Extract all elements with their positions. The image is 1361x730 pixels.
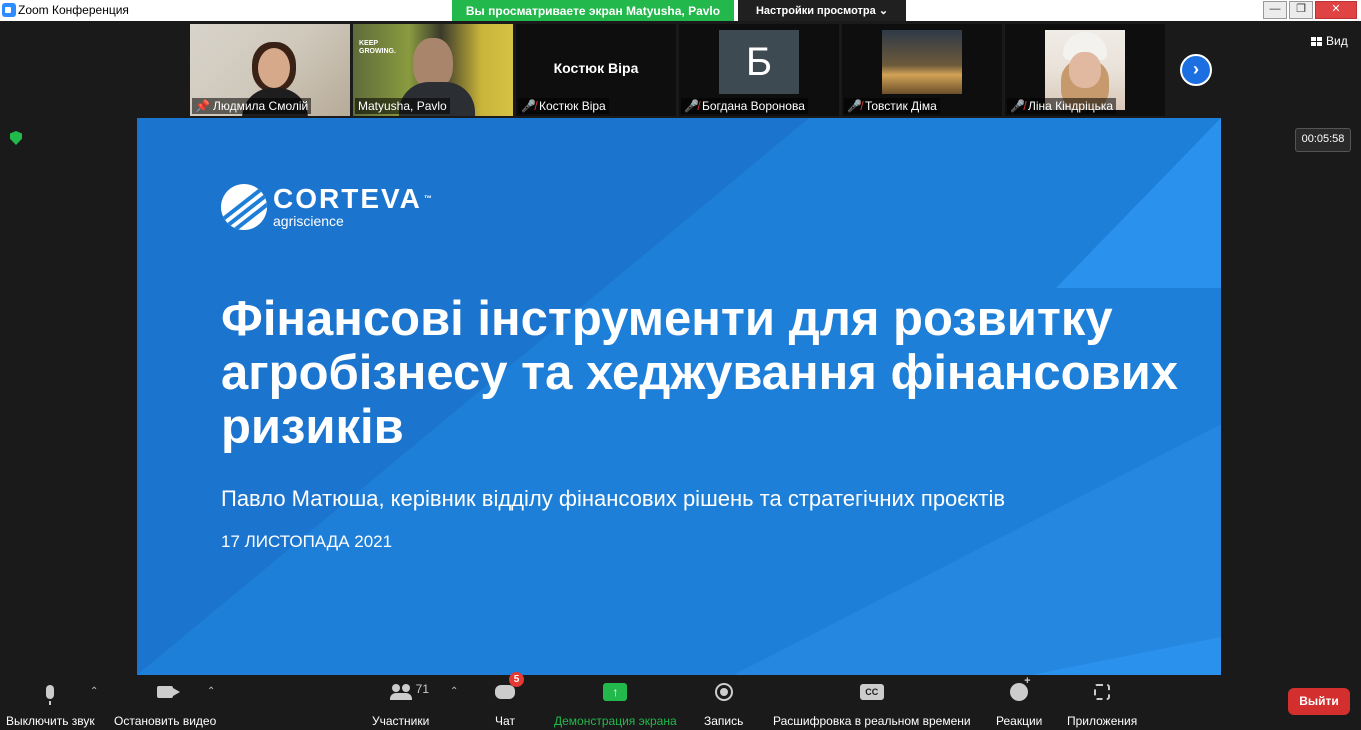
title-bar: Zoom Конференция Вы просматриваете экран… <box>0 0 1361 21</box>
participant-tile[interactable]: 🎤̸ Товстик Діма <box>842 24 1002 116</box>
pin-icon: 📌 <box>195 99 210 113</box>
closed-captions-icon: CC <box>859 684 884 700</box>
muted-mic-icon: 🎤̸ <box>684 99 699 113</box>
participant-name: Костюк Віра <box>538 99 606 113</box>
muted-mic-icon: 🎤̸ <box>1010 99 1025 113</box>
window-controls: — ❐ ✕ <box>1263 1 1357 19</box>
logo-subtitle: agriscience <box>273 213 344 229</box>
participant-tile[interactable]: 📌 Людмила Смолій <box>190 24 350 116</box>
participant-center-name: Костюк Віра <box>553 60 639 76</box>
meeting-timer: 00:05:58 <box>1295 128 1351 152</box>
participant-name: Богдана Воронова <box>701 99 805 113</box>
slide-title: Фінансові інструменти для розвитку агроб… <box>221 292 1179 454</box>
share-screen-icon: ↑ <box>603 683 628 701</box>
apps-button[interactable]: Приложения <box>1067 680 1137 728</box>
chevron-up-icon[interactable]: ⌃ <box>450 686 458 697</box>
live-transcript-button[interactable]: CC Расшифровка в реальном времени <box>773 680 971 728</box>
slide-subtitle: Павло Матюша, керівник відділу фінансови… <box>221 486 1006 511</box>
participant-name: Людмила Смолій <box>212 99 309 113</box>
participant-name: Ліна Кіндріцька <box>1027 99 1114 113</box>
trademark-symbol: ™ <box>423 194 434 203</box>
view-button[interactable]: Вид <box>1311 34 1348 48</box>
participants-button[interactable]: 71 Участники <box>372 680 429 728</box>
chat-button[interactable]: 5 Чат <box>495 672 524 728</box>
reactions-button[interactable]: Реакции <box>996 675 1042 728</box>
window-title: Zoom Конференция <box>18 3 129 17</box>
smiley-icon <box>1010 675 1031 701</box>
chevron-up-icon[interactable]: ⌃ <box>90 686 98 697</box>
participants-icon <box>389 684 412 700</box>
maximize-button[interactable]: ❐ <box>1289 1 1313 19</box>
slide-date: 17 ЛИСТОПАДА 2021 <box>221 532 393 551</box>
participants-count: 71 <box>415 682 430 696</box>
view-options-button[interactable]: Настройки просмотра ⌄ <box>738 0 906 21</box>
grid-icon <box>1311 36 1322 46</box>
participant-tile[interactable]: Костюк Віра 🎤̸ Костюк Віра <box>516 24 676 116</box>
shared-slide: CORTEVA ™ agriscience Фінансові інструмен… <box>137 118 1221 675</box>
participant-tile[interactable]: Б 🎤̸ Богдана Воронова <box>679 24 839 116</box>
participant-tile[interactable]: KEEP GROWING. Matyusha, Pavlo <box>353 24 513 116</box>
corteva-logo-icon <box>221 184 267 230</box>
muted-mic-icon: 🎤̸ <box>847 99 862 113</box>
logo-name: CORTEVA <box>273 183 422 214</box>
video-camera-icon <box>157 686 181 698</box>
shield-icon[interactable] <box>10 131 22 145</box>
view-label: Вид <box>1326 34 1348 48</box>
participant-name: Matyusha, Pavlo <box>358 99 447 113</box>
chat-badge: 5 <box>509 672 524 687</box>
screen-share-banner: Вы просматриваете экран Matyusha, Pavlo <box>452 0 734 21</box>
participant-avatar: Б <box>719 30 799 94</box>
corteva-logo: CORTEVA ™ agriscience <box>221 184 434 230</box>
participant-gallery: 📌 Людмила Смолій KEEP GROWING. Matyusha, P… <box>190 24 1165 116</box>
mute-button[interactable]: Выключить звук <box>6 680 95 728</box>
meeting-toolbar: Выключить звук ⌃ Остановить видео ⌃ 71 У… <box>0 672 1361 730</box>
participant-tile[interactable]: 🎤̸ Ліна Кіндріцька <box>1005 24 1165 116</box>
share-screen-button[interactable]: ↑ Демонстрация экрана <box>554 680 677 728</box>
record-icon <box>714 683 733 701</box>
chevron-right-icon[interactable]: › <box>1180 54 1212 86</box>
chat-icon <box>495 685 515 699</box>
microphone-icon <box>46 685 55 705</box>
chevron-up-icon[interactable]: ⌃ <box>207 686 215 697</box>
record-button[interactable]: Запись <box>704 680 743 728</box>
muted-mic-icon: 🎤̸ <box>521 99 536 113</box>
stop-video-button[interactable]: Остановить видео <box>114 680 216 728</box>
minimize-button[interactable]: — <box>1263 1 1287 19</box>
leave-meeting-button[interactable]: Выйти <box>1288 688 1350 715</box>
zoom-app-icon <box>2 3 16 17</box>
participant-photo <box>882 30 962 94</box>
participant-name: Товстик Діма <box>864 99 937 113</box>
close-window-button[interactable]: ✕ <box>1315 1 1357 19</box>
apps-icon <box>1094 684 1111 700</box>
